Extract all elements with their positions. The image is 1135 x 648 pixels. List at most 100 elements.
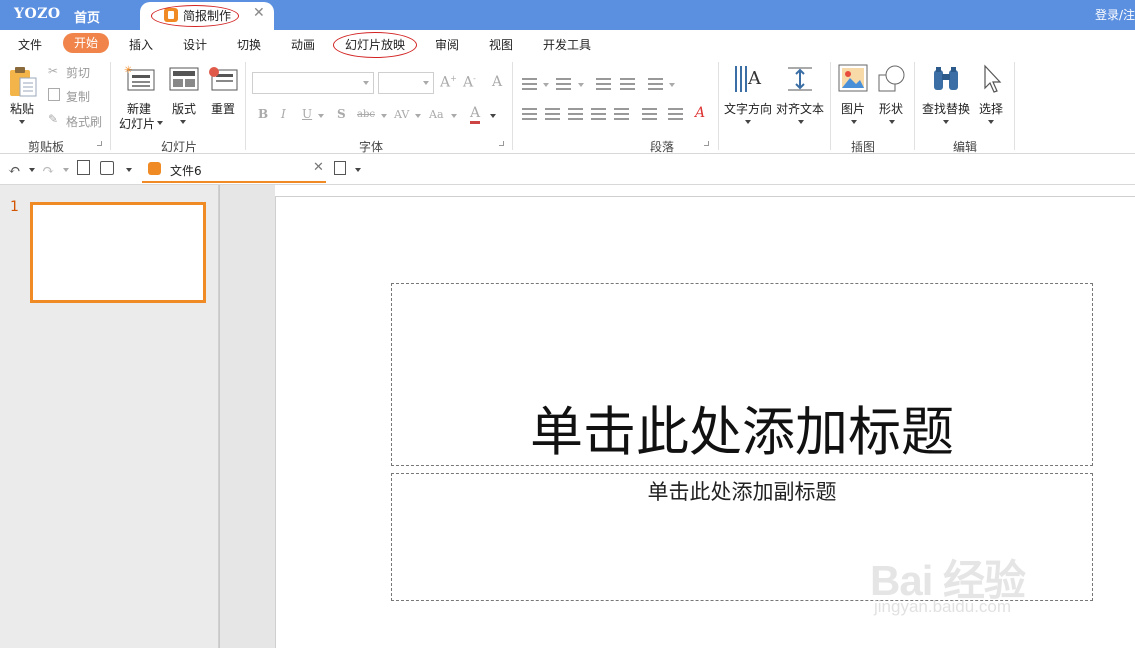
paste-button[interactable]: 粘贴 — [10, 100, 34, 117]
menu-animations[interactable]: 动画 — [291, 36, 315, 53]
menu-transitions[interactable]: 切换 — [237, 36, 261, 53]
chevron-down-icon[interactable] — [363, 81, 369, 85]
new-document-dropdown-icon[interactable] — [355, 168, 361, 172]
picture-button[interactable]: 图片 — [841, 100, 865, 117]
find-replace-button[interactable]: 查找替换 — [922, 100, 970, 117]
title-placeholder[interactable]: 单击此处添加标题 — [391, 283, 1093, 466]
select-button[interactable]: 选择 — [979, 100, 1003, 117]
align-right-icon[interactable] — [568, 108, 583, 120]
font-color-dropdown-icon[interactable] — [490, 114, 496, 118]
document-tab[interactable]: 简报制作 ✕ — [140, 2, 274, 30]
reset-icon[interactable] — [208, 66, 238, 94]
bold-icon[interactable]: B — [258, 107, 268, 121]
menu-file[interactable]: 文件 — [18, 36, 42, 53]
align-center-icon[interactable] — [545, 108, 560, 120]
numbering-icon[interactable] — [556, 78, 571, 90]
numbering-dropdown-icon[interactable] — [578, 83, 584, 87]
menu-view[interactable]: 视图 — [489, 36, 513, 53]
align-text-button[interactable]: 对齐文本 — [776, 100, 824, 117]
customize-dropdown-icon[interactable] — [126, 168, 132, 172]
undo-dropdown-icon[interactable] — [29, 168, 35, 172]
bullets-dropdown-icon[interactable] — [543, 83, 549, 87]
expand-icon[interactable] — [97, 141, 102, 146]
new-slide-dropdown-icon[interactable] — [157, 121, 163, 125]
shapes-icon[interactable] — [876, 64, 906, 94]
font-size-combo[interactable] — [378, 72, 434, 94]
distributed-icon[interactable] — [614, 108, 629, 120]
change-case-icon[interactable]: Aa — [429, 108, 444, 121]
clear-format-icon[interactable]: A — [492, 74, 502, 90]
menu-home[interactable]: 开始 — [63, 33, 110, 53]
text-effect-icon[interactable]: A — [695, 105, 705, 121]
paste-dropdown-icon[interactable] — [19, 120, 25, 124]
cursor-icon[interactable] — [981, 64, 1005, 94]
text-direction-button[interactable]: 文字方向 — [724, 100, 772, 117]
expand-icon[interactable] — [704, 141, 709, 146]
layout-button[interactable]: 版式 — [172, 100, 196, 117]
ribbon: 粘贴 ✂ 剪切 复制 ✎ 格式刷 剪贴板 ✳ 新建 幻灯片 版式 重置 幻灯片 — [0, 58, 1135, 154]
save-icon[interactable] — [100, 161, 114, 175]
picture-icon[interactable] — [838, 64, 868, 94]
slide-thumbnail[interactable] — [30, 202, 206, 303]
binoculars-icon[interactable] — [931, 64, 961, 94]
find-replace-dropdown-icon[interactable] — [943, 120, 949, 124]
justify-icon[interactable] — [591, 108, 606, 120]
font-name-combo[interactable] — [252, 72, 374, 94]
cut-button[interactable]: 剪切 — [66, 64, 90, 81]
redo-dropdown-icon[interactable] — [63, 168, 69, 172]
strikethrough-icon[interactable]: abc — [357, 109, 375, 120]
login-link[interactable]: 登录/注 — [1095, 6, 1135, 23]
reset-button[interactable]: 重置 — [211, 100, 235, 117]
text-columns-icon[interactable] — [642, 108, 657, 120]
increase-indent-icon[interactable] — [620, 78, 635, 90]
chevron-down-icon[interactable] — [423, 81, 429, 85]
close-tab-icon[interactable]: ✕ — [253, 5, 265, 21]
app-logo: YOZO — [14, 6, 61, 22]
bullets-icon[interactable] — [522, 78, 537, 90]
home-tab[interactable]: 首页 — [74, 7, 100, 26]
print-preview-icon[interactable] — [77, 160, 90, 175]
shadow-icon[interactable]: S — [337, 107, 346, 121]
select-dropdown-icon[interactable] — [988, 120, 994, 124]
new-slide-icon[interactable]: ✳ — [124, 64, 156, 94]
paste-icon[interactable] — [8, 64, 38, 98]
menu-review[interactable]: 审阅 — [435, 36, 459, 53]
font-color-icon[interactable]: A — [470, 105, 481, 124]
new-document-icon[interactable] — [334, 161, 346, 175]
undo-icon[interactable]: ↶ — [8, 161, 21, 179]
change-case-dropdown-icon[interactable] — [451, 114, 457, 118]
underline-dropdown-icon[interactable] — [318, 114, 324, 118]
text-direction-dropdown-icon[interactable] — [745, 120, 751, 124]
align-text-dropdown-icon[interactable] — [798, 120, 804, 124]
decrease-indent-icon[interactable] — [596, 78, 611, 90]
text-direction-icon[interactable]: A — [733, 64, 763, 94]
char-spacing-dropdown-icon[interactable] — [415, 114, 421, 118]
shapes-dropdown-icon[interactable] — [889, 120, 895, 124]
close-file-icon[interactable]: ✕ — [313, 160, 324, 175]
layout-icon[interactable] — [169, 66, 199, 94]
expand-icon[interactable] — [499, 141, 504, 146]
italic-icon[interactable]: I — [281, 107, 286, 121]
menu-developer[interactable]: 开发工具 — [543, 36, 591, 53]
copy-button[interactable]: 复制 — [66, 88, 90, 105]
align-text-icon[interactable] — [786, 64, 814, 94]
picture-dropdown-icon[interactable] — [851, 120, 857, 124]
underline-icon[interactable]: U — [302, 107, 312, 121]
scissors-icon: ✂ — [48, 64, 59, 78]
shapes-button[interactable]: 形状 — [879, 100, 903, 117]
grow-font-icon[interactable]: A+ — [440, 74, 457, 91]
redo-icon[interactable]: ↷ — [42, 161, 55, 179]
line-spacing-dropdown-icon[interactable] — [669, 83, 675, 87]
layout-dropdown-icon[interactable] — [180, 120, 186, 124]
file-tab[interactable]: 文件6 ✕ — [142, 157, 326, 183]
strikethrough-dropdown-icon[interactable] — [381, 114, 387, 118]
menu-insert[interactable]: 插入 — [129, 36, 153, 53]
new-slide-button[interactable]: 幻灯片 — [119, 115, 155, 132]
format-painter-button[interactable]: 格式刷 — [66, 113, 102, 130]
align-left-icon[interactable] — [522, 108, 537, 120]
char-spacing-icon[interactable]: AV — [394, 108, 409, 121]
menu-design[interactable]: 设计 — [183, 36, 207, 53]
shrink-font-icon[interactable]: A- — [463, 74, 476, 91]
line-spacing-icon[interactable] — [648, 78, 663, 90]
vertical-align-icon[interactable] — [668, 108, 683, 120]
